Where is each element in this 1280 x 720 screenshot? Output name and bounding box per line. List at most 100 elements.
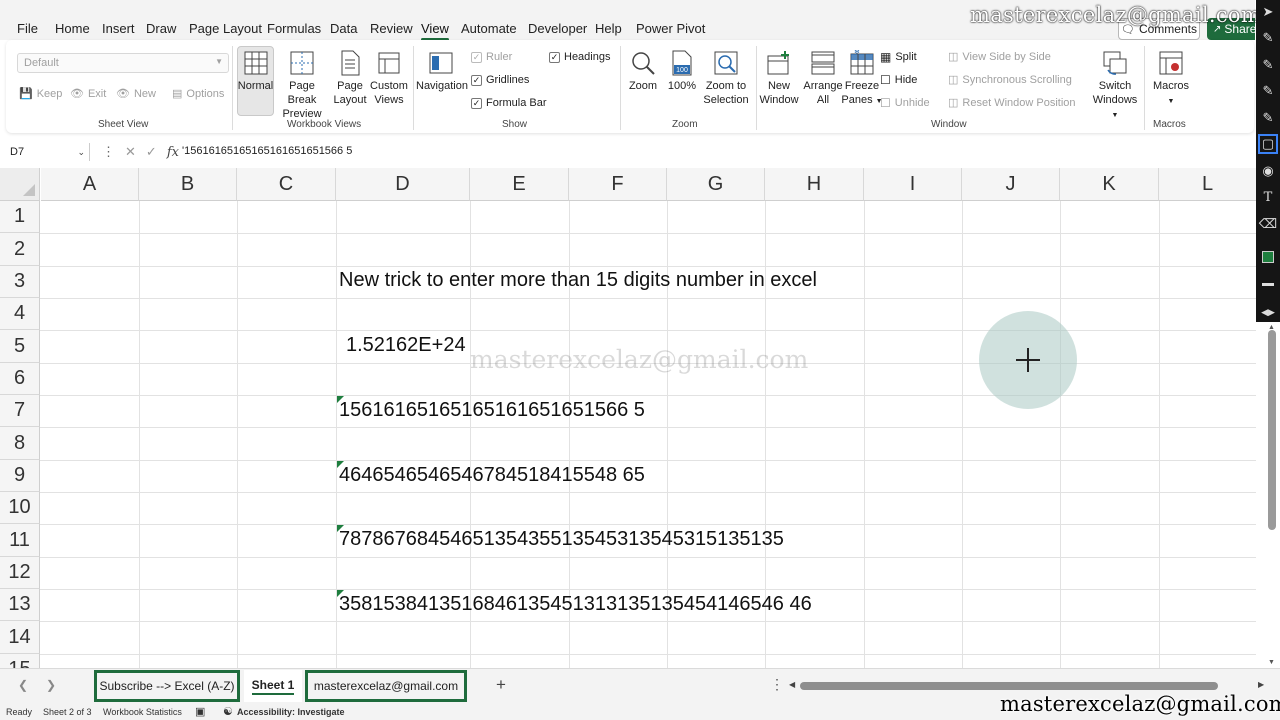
row-header-3[interactable]: 3 xyxy=(0,266,40,298)
row-header-11[interactable]: 11 xyxy=(0,524,40,557)
eraser-icon[interactable]: ⌫ xyxy=(1258,214,1278,234)
formula-input[interactable]: '15616165165165161651651566 5 xyxy=(182,145,1252,161)
tab-file[interactable]: File xyxy=(17,21,38,36)
zoom-100-button[interactable]: 100 100% xyxy=(665,50,699,93)
marker-icon[interactable]: ✎ xyxy=(1258,55,1278,75)
text-tool-icon[interactable]: T xyxy=(1258,187,1278,207)
switch-windows-button[interactable]: Switch Windows ▼ xyxy=(1091,50,1139,123)
tab-developer[interactable]: Developer xyxy=(528,21,587,36)
new-view-button[interactable]: 👁 New xyxy=(116,87,156,101)
sheet-tab-sheet1[interactable]: Sheet 1 xyxy=(244,670,302,702)
rectangle-icon[interactable]: ▢ xyxy=(1258,134,1278,154)
row-header-9[interactable]: 9 xyxy=(0,460,40,492)
synchronous-scrolling-button[interactable]: ◫ Synchronous Scrolling xyxy=(948,73,1072,87)
insert-function-button[interactable]: fx xyxy=(167,145,179,160)
sheet-tab-email[interactable]: masterexcelaz@gmail.com xyxy=(305,670,467,702)
line-width-icon[interactable] xyxy=(1258,274,1278,294)
row-header-15[interactable]: 15 xyxy=(0,654,40,668)
more-options-icon[interactable]: ⋮ xyxy=(770,676,784,693)
vertical-scroll-thumb[interactable] xyxy=(1268,330,1276,530)
scroll-up-icon[interactable]: ▲ xyxy=(1268,324,1275,331)
cell-d7[interactable]: 15616165165165161651651566 5 xyxy=(339,399,645,422)
brush-icon[interactable]: ✎ xyxy=(1258,81,1278,101)
column-header-h[interactable]: H xyxy=(765,168,864,201)
expand-toolbar-icon[interactable]: ◀▶ xyxy=(1258,302,1278,322)
pen-icon[interactable]: ✎ xyxy=(1258,28,1278,48)
tab-draw[interactable]: Draw xyxy=(146,21,176,36)
column-header-d[interactable]: D xyxy=(336,168,470,201)
column-header-j[interactable]: J xyxy=(962,168,1060,201)
row-header-5[interactable]: 5 xyxy=(0,330,40,363)
tab-help[interactable]: Help xyxy=(595,21,622,36)
highlighter-icon[interactable]: ✎ xyxy=(1258,108,1278,128)
sheet-next-icon[interactable]: ❯ xyxy=(46,678,56,692)
column-header-i[interactable]: I xyxy=(864,168,962,201)
zoom-button[interactable]: Zoom xyxy=(626,50,660,93)
column-header-k[interactable]: K xyxy=(1060,168,1159,201)
sheet-prev-icon[interactable]: ❮ xyxy=(18,678,28,692)
cell-d11[interactable]: 7878676845465135435513545313545315135135 xyxy=(339,528,784,551)
enter-icon[interactable]: ✓ xyxy=(146,144,157,160)
add-sheet-button[interactable]: + xyxy=(496,675,506,695)
row-header-7[interactable]: 7 xyxy=(0,395,40,427)
name-box[interactable]: D7 ⌄ xyxy=(6,143,90,161)
horizontal-scroll-thumb[interactable] xyxy=(800,682,1218,690)
arrange-all-button[interactable]: Arrange All xyxy=(801,50,845,107)
freeze-panes-button[interactable]: ❄ Freeze Panes ▼ xyxy=(841,50,883,109)
select-all-corner[interactable] xyxy=(0,168,40,201)
cell-d9[interactable]: 4646546546546784518415548 65 xyxy=(339,464,645,487)
new-window-button[interactable]: New Window xyxy=(758,50,800,107)
custom-views-button[interactable]: Custom Views xyxy=(368,50,410,107)
shapes-icon[interactable]: ◉ xyxy=(1258,161,1278,181)
tab-insert[interactable]: Insert xyxy=(102,21,135,36)
column-header-l[interactable]: L xyxy=(1159,168,1256,201)
more-options-icon[interactable]: ⋮ xyxy=(102,144,115,160)
cell-d5[interactable]: 1.52162E+24 xyxy=(346,334,466,357)
formula-bar-checkbox[interactable]: ✓ Formula Bar xyxy=(471,97,547,109)
column-header-g[interactable]: G xyxy=(667,168,765,201)
row-header-4[interactable]: 4 xyxy=(0,298,40,330)
row-header-1[interactable]: 1 xyxy=(0,201,40,233)
column-header-b[interactable]: B xyxy=(139,168,237,201)
macros-button[interactable]: Macros ▼ xyxy=(1149,50,1193,109)
unhide-button[interactable]: ☐ Unhide xyxy=(880,96,930,110)
accessibility-status[interactable]: Accessibility: Investigate xyxy=(237,707,345,717)
navigation-button[interactable]: Navigation xyxy=(416,50,468,93)
hide-button[interactable]: ☐ Hide xyxy=(880,73,917,87)
row-header-14[interactable]: 14 xyxy=(0,621,40,654)
tab-view[interactable]: View xyxy=(421,21,449,41)
tab-data[interactable]: Data xyxy=(330,21,357,36)
row-header-2[interactable]: 2 xyxy=(0,233,40,266)
scroll-right-icon[interactable]: ▶ xyxy=(1258,680,1264,689)
tab-power-pivot[interactable]: Power Pivot xyxy=(636,21,705,36)
options-button[interactable]: ▤ Options xyxy=(172,87,224,101)
gridlines-checkbox[interactable]: ✓ Gridlines xyxy=(471,74,529,86)
pointer-icon[interactable]: ➤ xyxy=(1258,2,1278,22)
cell-d3[interactable]: New trick to enter more than 15 digits n… xyxy=(339,269,817,292)
tab-formulas[interactable]: Formulas xyxy=(267,21,321,36)
column-header-e[interactable]: E xyxy=(470,168,569,201)
sheet-view-select[interactable]: Default ▼ xyxy=(17,53,229,73)
split-button[interactable]: ▦ Split xyxy=(880,50,917,64)
zoom-to-selection-button[interactable]: Zoom to Selection xyxy=(700,50,752,107)
cell-d13[interactable]: 3581538413516846135451313135135454146546… xyxy=(339,593,812,616)
tab-home[interactable]: Home xyxy=(55,21,90,36)
tab-page-layout[interactable]: Page Layout xyxy=(189,21,262,36)
row-header-13[interactable]: 13 xyxy=(0,589,40,621)
headings-checkbox[interactable]: ✓ Headings xyxy=(549,51,610,63)
cancel-icon[interactable]: ✕ xyxy=(125,144,136,160)
column-header-f[interactable]: F xyxy=(569,168,667,201)
page-break-preview-button[interactable]: Page Break Preview xyxy=(275,50,329,121)
tab-review[interactable]: Review xyxy=(370,21,413,36)
row-header-10[interactable]: 10 xyxy=(0,492,40,524)
row-header-12[interactable]: 12 xyxy=(0,557,40,589)
macro-record-icon[interactable]: ▣ xyxy=(195,705,205,718)
scroll-down-icon[interactable]: ▼ xyxy=(1268,659,1275,666)
view-side-by-side-button[interactable]: ◫ View Side by Side xyxy=(948,50,1051,64)
ruler-checkbox[interactable]: ✓ Ruler xyxy=(471,51,512,63)
tab-automate[interactable]: Automate xyxy=(461,21,517,36)
page-layout-button[interactable]: Page Layout xyxy=(332,50,368,107)
column-header-a[interactable]: A xyxy=(41,168,139,201)
color-swatch-icon[interactable] xyxy=(1258,247,1278,267)
exit-button[interactable]: 👁 Exit xyxy=(70,87,106,101)
